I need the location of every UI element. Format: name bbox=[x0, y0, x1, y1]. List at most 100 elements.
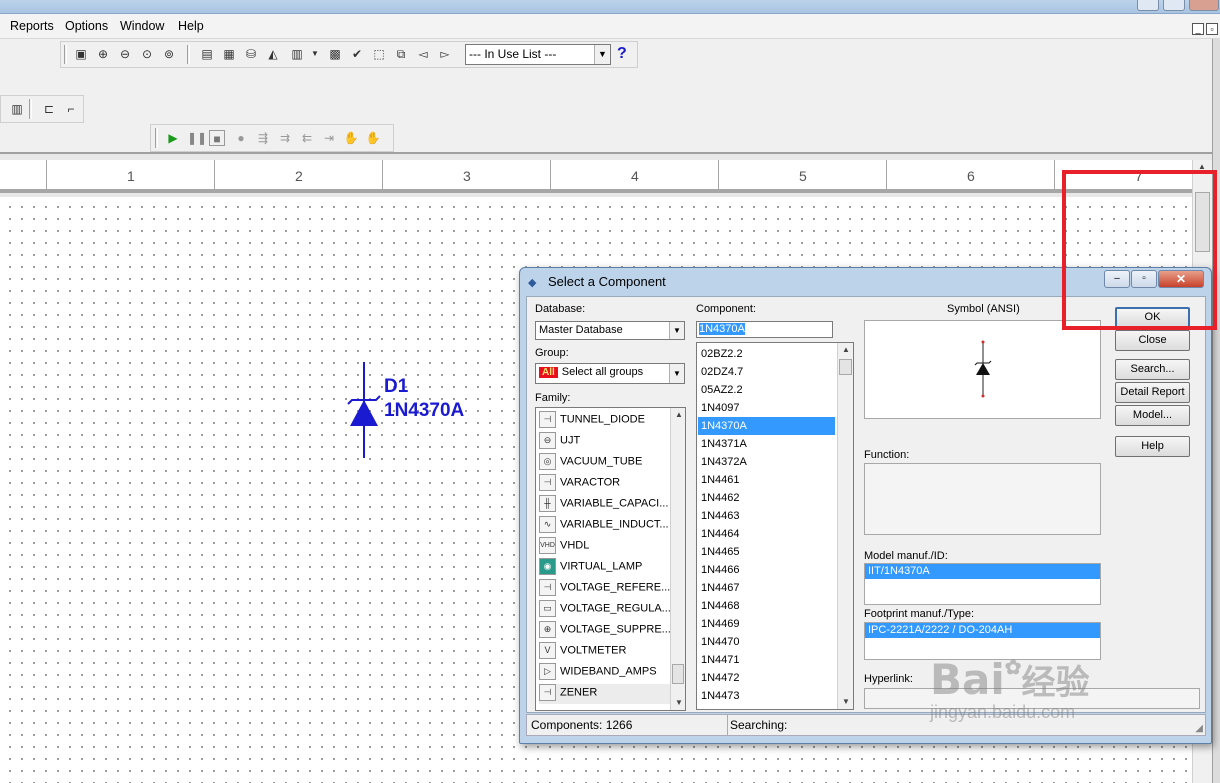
zoom-area-icon[interactable]: ⊙ bbox=[139, 46, 155, 62]
search-button[interactable]: Search... bbox=[1115, 359, 1190, 380]
breakpoint-icon[interactable]: ● bbox=[233, 130, 249, 146]
list-item-selected[interactable]: ⊣ ZENER bbox=[539, 684, 672, 704]
component-wizard-icon[interactable]: ⧉ bbox=[393, 46, 409, 62]
list-item[interactable]: 1N4465 bbox=[698, 543, 835, 561]
forward-annotate-icon[interactable]: ▻ bbox=[437, 46, 453, 62]
list-item[interactable]: 1N4467 bbox=[698, 579, 835, 597]
in-use-list-dropdown[interactable]: --- In Use List --- ▼ bbox=[465, 44, 611, 65]
model-list[interactable]: IIT/1N4370A bbox=[864, 563, 1101, 605]
step-over-icon[interactable]: ⇉ bbox=[277, 130, 293, 146]
chevron-down-icon[interactable]: ▼ bbox=[307, 46, 323, 62]
toolbar-grip[interactable] bbox=[155, 128, 158, 148]
scrollbar-thumb[interactable] bbox=[672, 664, 684, 684]
stop-icon[interactable]: ■ bbox=[209, 130, 225, 146]
detail-report-button[interactable]: Detail Report bbox=[1115, 382, 1190, 403]
list-item[interactable]: 05AZ2.2 bbox=[698, 381, 835, 399]
erc-icon[interactable]: ✔ bbox=[349, 46, 365, 62]
menu-help[interactable]: Help bbox=[178, 19, 204, 33]
wire-icon[interactable]: ⌐ bbox=[63, 101, 79, 117]
list-item[interactable]: 1N4466 bbox=[698, 561, 835, 579]
back-annotate-icon[interactable]: ◅ bbox=[415, 46, 431, 62]
select-region-icon[interactable]: ⬚ bbox=[371, 46, 387, 62]
design-toolbox-icon[interactable]: ▤ bbox=[199, 46, 215, 62]
component-value-label[interactable]: 1N4370A bbox=[384, 400, 464, 422]
list-item[interactable]: ◉ VIRTUAL_LAMP bbox=[539, 558, 642, 578]
minimize-window-button[interactable] bbox=[1137, 0, 1159, 11]
help-icon[interactable]: ? bbox=[617, 45, 627, 63]
list-item[interactable]: ⊣ TUNNEL_DIODE bbox=[539, 411, 645, 431]
close-button[interactable]: Close bbox=[1115, 330, 1190, 351]
list-item[interactable]: 1N4471 bbox=[698, 651, 835, 669]
zoom-out-icon[interactable]: ⊖ bbox=[117, 46, 133, 62]
list-item[interactable]: ▭ VOLTAGE_REGULA... bbox=[539, 600, 671, 620]
list-item-selected[interactable]: IIT/1N4370A bbox=[865, 564, 1100, 579]
scroll-up-icon[interactable]: ▲ bbox=[842, 345, 850, 354]
list-item[interactable]: 1N4473 bbox=[698, 687, 835, 705]
list-item[interactable]: 1N4468 bbox=[698, 597, 835, 615]
list-item[interactable]: ⊣ VOLTAGE_REFERE... bbox=[539, 579, 670, 599]
postprocessor-icon[interactable]: ▩ bbox=[327, 46, 343, 62]
restore-window-button[interactable] bbox=[1163, 0, 1185, 11]
zener-diode-symbol[interactable] bbox=[340, 360, 390, 460]
list-item[interactable]: ∿ VARIABLE_INDUCT... bbox=[539, 516, 669, 536]
scroll-down-icon[interactable]: ▼ bbox=[842, 697, 850, 706]
list-item[interactable]: ╫ VARIABLE_CAPACI... bbox=[539, 495, 668, 515]
resize-grip-icon[interactable]: ◢ bbox=[1195, 723, 1203, 734]
bus-icon[interactable]: ▥ bbox=[9, 101, 25, 117]
list-item[interactable]: 02BZ2.2 bbox=[698, 345, 835, 363]
mdi-minimize-button[interactable]: _ bbox=[1192, 23, 1204, 35]
database-dropdown[interactable]: Master Database ▼ bbox=[535, 321, 685, 340]
group-dropdown[interactable]: All Select all groups ▼ bbox=[535, 363, 685, 384]
menu-options[interactable]: Options bbox=[65, 19, 108, 33]
model-button[interactable]: Model... bbox=[1115, 405, 1190, 426]
list-item[interactable]: 1N4462 bbox=[698, 489, 835, 507]
component-search-input[interactable]: 1N4370A bbox=[696, 321, 833, 338]
list-item[interactable]: 1N4469 bbox=[698, 615, 835, 633]
scroll-up-icon[interactable]: ▲ bbox=[675, 410, 683, 419]
component-list[interactable]: 02BZ2.2 02DZ4.7 05AZ2.2 1N4097 1N4370A 1… bbox=[696, 342, 854, 710]
step-out-icon[interactable]: ⇇ bbox=[299, 130, 315, 146]
list-item[interactable]: 1N4464 bbox=[698, 525, 835, 543]
list-item-selected[interactable]: IPC-2221A/2222 / DO-204AH bbox=[865, 623, 1100, 638]
zoom-fit-icon[interactable]: ⊚ bbox=[161, 46, 177, 62]
list-item[interactable]: ▷ WIDEBAND_AMPS bbox=[539, 663, 657, 683]
list-item[interactable]: ⊣ VARACTOR bbox=[539, 474, 620, 494]
toolbar-grip[interactable] bbox=[64, 45, 67, 64]
list-item[interactable]: V VOLTMETER bbox=[539, 642, 626, 662]
list-item[interactable]: 1N4472 bbox=[698, 669, 835, 687]
list-item[interactable]: 02DZ4.7 bbox=[698, 363, 835, 381]
list-item[interactable]: 1N4371A bbox=[698, 435, 835, 453]
run-to-cursor-icon[interactable]: ⇥ bbox=[321, 130, 337, 146]
list-item[interactable]: ⊕ VOLTAGE_SUPPRE... bbox=[539, 621, 671, 641]
menu-window[interactable]: Window bbox=[120, 19, 164, 33]
pause-icon[interactable]: ❚❚ bbox=[187, 130, 207, 146]
run-icon[interactable]: ▶ bbox=[165, 130, 181, 146]
step-into-icon[interactable]: ⇶ bbox=[255, 130, 271, 146]
scroll-down-icon[interactable]: ▼ bbox=[675, 698, 683, 707]
list-item[interactable]: 1N4461 bbox=[698, 471, 835, 489]
hierarchy-icon[interactable]: ⊏ bbox=[41, 101, 57, 117]
list-item[interactable]: 1N4463 bbox=[698, 507, 835, 525]
remove-breakpoints-icon[interactable]: ✋ bbox=[365, 130, 381, 146]
list-item[interactable]: VHD VHDL bbox=[539, 537, 589, 557]
scrollbar-thumb[interactable] bbox=[839, 359, 852, 375]
close-window-button[interactable] bbox=[1189, 0, 1219, 11]
spreadsheet-icon[interactable]: ▦ bbox=[221, 46, 237, 62]
help-button[interactable]: Help bbox=[1115, 436, 1190, 457]
list-item[interactable]: ⊖ UJT bbox=[539, 432, 580, 452]
toggle-breakpoint-icon[interactable]: ✋ bbox=[343, 130, 359, 146]
menu-reports[interactable]: Reports bbox=[10, 19, 54, 33]
component-reference-label[interactable]: D1 bbox=[384, 376, 408, 398]
grapher-icon[interactable]: ▥ bbox=[289, 46, 305, 62]
family-list[interactable]: ⊣ TUNNEL_DIODE ⊖ UJT ◎ VACUUM_TUBE ⊣ VARACTO… bbox=[535, 407, 686, 711]
family-list-scrollbar[interactable]: ▲ ▼ bbox=[670, 408, 685, 710]
list-item-selected[interactable]: 1N4370A bbox=[698, 417, 835, 435]
create-component-icon[interactable]: ◭ bbox=[265, 46, 281, 62]
list-item[interactable]: 1N4470 bbox=[698, 633, 835, 651]
component-list-scrollbar[interactable]: ▲ ▼ bbox=[837, 343, 853, 709]
database-manager-icon[interactable]: ⛁ bbox=[243, 46, 259, 62]
list-item[interactable]: 1N4097 bbox=[698, 399, 835, 417]
list-item[interactable]: ◎ VACUUM_TUBE bbox=[539, 453, 642, 473]
fullscreen-icon[interactable]: ▣ bbox=[73, 46, 89, 62]
zoom-in-icon[interactable]: ⊕ bbox=[95, 46, 111, 62]
